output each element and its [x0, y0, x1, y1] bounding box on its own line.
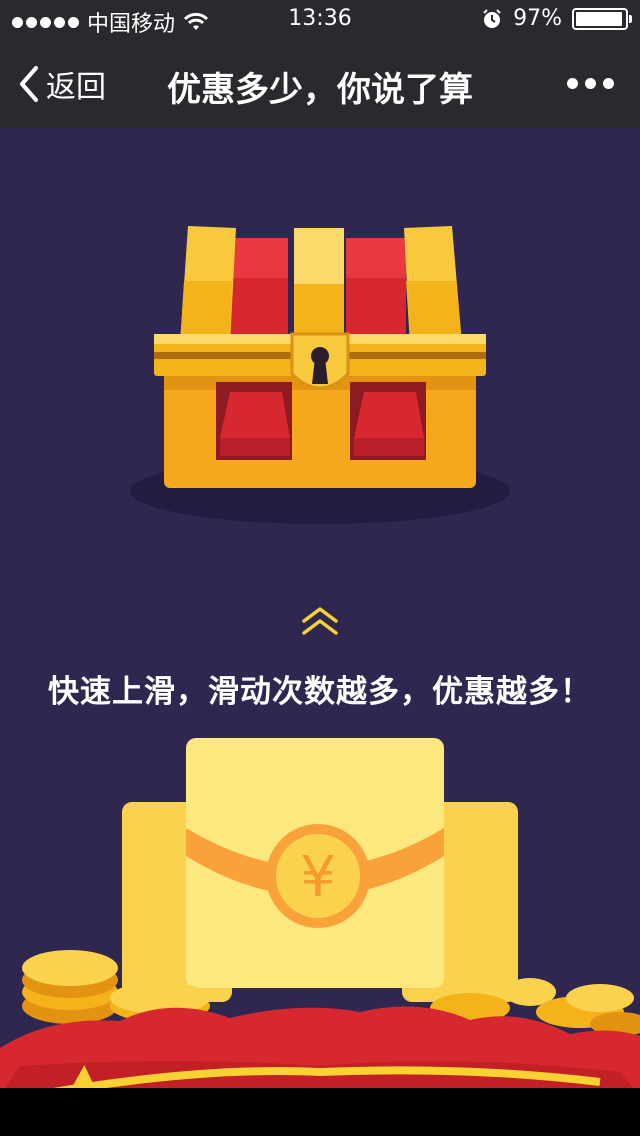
bottom-safe-area — [0, 1088, 640, 1136]
double-chevron-up-icon — [302, 607, 338, 635]
status-right: 97% — [481, 6, 632, 31]
swipe-instruction: 快速上滑，滑动次数越多，优惠越多！ — [48, 674, 592, 710]
alarm-icon — [483, 8, 501, 28]
battery-fill — [576, 11, 623, 26]
nav-bar: 返回 优惠多少，你说了算 — [0, 40, 640, 128]
chevron-left-icon — [20, 66, 38, 102]
coupon-bag-icon: ¥ — [0, 738, 640, 1088]
battery-percent: 97% — [513, 6, 562, 31]
more-menu-button[interactable] — [567, 78, 614, 89]
treasure-chest-icon — [154, 226, 486, 488]
back-label: 返回 — [46, 70, 106, 105]
yuan-icon: ¥ — [300, 845, 336, 910]
battery-icon — [572, 7, 632, 30]
back-button[interactable]: 返回 — [18, 62, 106, 106]
status-bar: 中国移动 13:36 97% — [0, 0, 640, 40]
main-content[interactable]: 快速上滑，滑动次数越多，优惠越多！ ¥ — [0, 128, 640, 1088]
